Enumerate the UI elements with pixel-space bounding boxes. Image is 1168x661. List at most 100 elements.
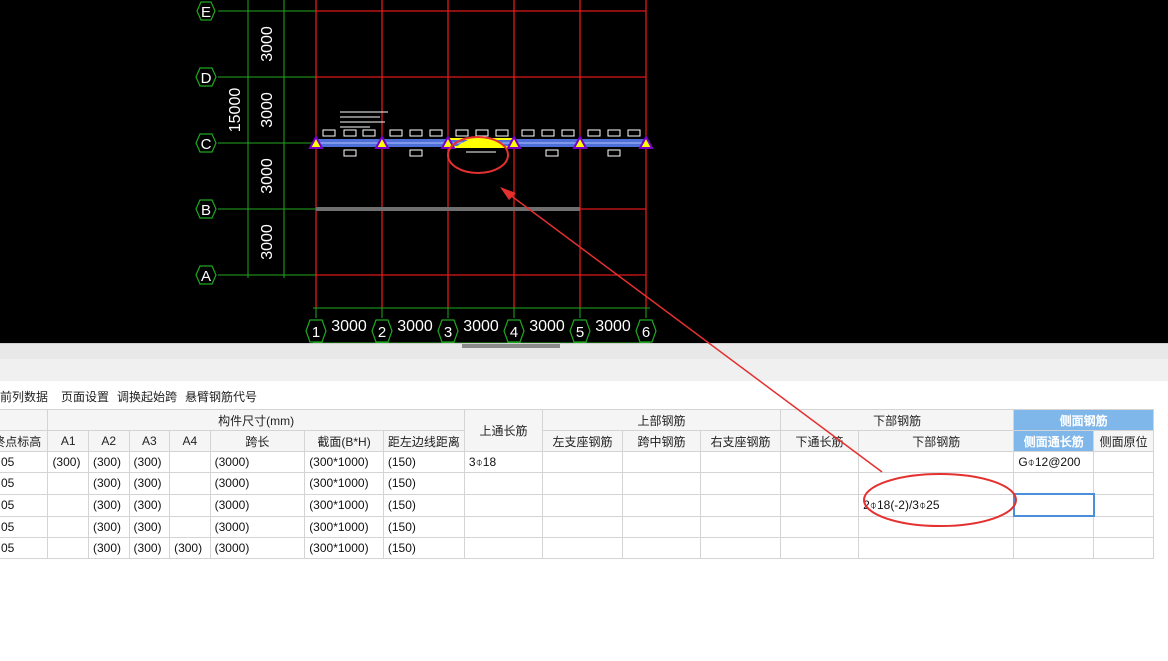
menu-swap-start-span[interactable]: 调换起始跨 (117, 388, 177, 405)
cell[interactable] (47, 472, 89, 495)
cell[interactable]: (3000) (209, 537, 306, 559)
cell[interactable]: (300*1000) (304, 451, 384, 473)
cell[interactable]: (300*1000) (304, 537, 384, 559)
menu-current-column-data[interactable]: 当前列数据 (0, 388, 48, 405)
cell[interactable] (779, 515, 860, 538)
cell[interactable] (47, 515, 89, 538)
cell[interactable] (169, 451, 211, 473)
cell[interactable] (1013, 515, 1095, 538)
splitter-grip[interactable] (462, 344, 560, 348)
cell[interactable] (700, 537, 781, 559)
cell[interactable]: (300) (87, 493, 130, 517)
cell[interactable] (858, 451, 1015, 473)
cell[interactable] (463, 537, 544, 559)
cell[interactable]: (300) (128, 515, 171, 538)
cell[interactable]: (300*1000) (304, 493, 384, 517)
col-dim-text: 3000 (463, 318, 499, 335)
cell[interactable] (463, 515, 544, 538)
cell[interactable]: (300) (87, 451, 130, 473)
cell[interactable]: (150) (382, 472, 465, 495)
cell[interactable] (621, 493, 702, 517)
cell[interactable] (779, 451, 860, 473)
cell[interactable]: 9.05 (0, 493, 49, 517)
cell[interactable]: (300) (128, 493, 171, 517)
cell[interactable]: (150) (382, 537, 465, 559)
menu-page-setup[interactable]: 页面设置 (61, 388, 109, 405)
cell[interactable] (700, 451, 781, 473)
cell[interactable]: 9.05 (0, 537, 49, 559)
cell[interactable] (463, 472, 544, 495)
cell[interactable] (1093, 537, 1154, 559)
cell[interactable]: 9.05 (0, 515, 49, 538)
cell[interactable]: (300) (87, 472, 130, 495)
cell[interactable] (779, 493, 860, 517)
cell[interactable] (1013, 537, 1095, 559)
cell[interactable] (621, 451, 702, 473)
cell[interactable]: 9.05 (0, 472, 49, 495)
cell[interactable]: (300*1000) (304, 515, 384, 538)
cell[interactable]: 9.05 (0, 451, 49, 473)
cell[interactable] (542, 537, 623, 559)
cell[interactable] (700, 493, 781, 517)
cell[interactable] (1093, 493, 1154, 517)
cell[interactable] (542, 472, 623, 495)
svg-text:1: 1 (312, 324, 320, 341)
cell[interactable]: (150) (382, 515, 465, 538)
cell[interactable] (1093, 472, 1154, 495)
cell[interactable] (47, 537, 89, 559)
cell[interactable] (169, 472, 211, 495)
cell[interactable] (858, 515, 1015, 538)
cell[interactable] (169, 493, 211, 517)
cell[interactable] (858, 472, 1015, 495)
cell[interactable]: (300) (87, 537, 130, 559)
cell[interactable] (542, 451, 623, 473)
cell[interactable]: (150) (382, 493, 465, 517)
header-side-rebar-group: 侧面钢筋 (1013, 409, 1154, 431)
cell[interactable]: (150) (382, 451, 465, 473)
cell[interactable]: 3⌽18 (463, 451, 544, 473)
col-header-right-support: 右支座钢筋 (700, 430, 781, 452)
row-dim-text: 3000 (259, 158, 276, 194)
cell[interactable]: G⌽12@200 (1013, 451, 1095, 473)
cell[interactable]: (3000) (209, 493, 306, 517)
axis-bubble-C: C (195, 133, 217, 153)
cell[interactable] (169, 515, 211, 538)
cell[interactable]: (300) (47, 451, 89, 473)
axis-bubble-6: 6 (635, 319, 657, 343)
cell[interactable] (621, 515, 702, 538)
cell[interactable] (1013, 472, 1095, 495)
cell[interactable] (47, 493, 89, 517)
svg-text:3: 3 (444, 324, 452, 341)
cell[interactable] (779, 537, 860, 559)
cell[interactable] (700, 472, 781, 495)
cell[interactable] (463, 493, 544, 517)
menu-cantilever-rebar-code[interactable]: 悬臂钢筋代号 (185, 388, 257, 405)
cell[interactable] (779, 472, 860, 495)
cell[interactable] (1093, 515, 1154, 538)
cell[interactable]: (300) (128, 451, 171, 473)
cell[interactable] (542, 515, 623, 538)
selected-beam[interactable] (316, 137, 646, 148)
cell[interactable]: (3000) (209, 515, 306, 538)
cell[interactable]: (300) (87, 515, 130, 538)
cell[interactable] (858, 537, 1015, 559)
cell[interactable] (700, 515, 781, 538)
col-dim-text: 3000 (331, 318, 367, 335)
cell[interactable]: (3000) (209, 451, 306, 473)
cell[interactable]: (300) (128, 537, 171, 559)
cad-drawing-canvas[interactable]: E D C B A 3000 3000 3000 3000 15000 1 2 … (0, 0, 1168, 343)
cell-bottom-rebar-edited[interactable]: 2⌽18(-2)/3⌽25 (858, 493, 1015, 517)
cell[interactable] (542, 493, 623, 517)
cell[interactable]: (300) (128, 472, 171, 495)
cell[interactable] (621, 537, 702, 559)
cell[interactable] (1093, 451, 1154, 473)
cell[interactable] (621, 472, 702, 495)
axis-bubble-2: 2 (371, 319, 393, 343)
col-header-a1: A1 (47, 430, 89, 452)
panel-splitter[interactable] (0, 343, 1168, 360)
cell-selected[interactable] (1012, 493, 1095, 517)
cell[interactable]: (3000) (209, 472, 306, 495)
cell[interactable]: (300) (169, 537, 211, 559)
cell[interactable]: (300*1000) (304, 472, 384, 495)
beam-axis-b[interactable] (316, 207, 580, 211)
